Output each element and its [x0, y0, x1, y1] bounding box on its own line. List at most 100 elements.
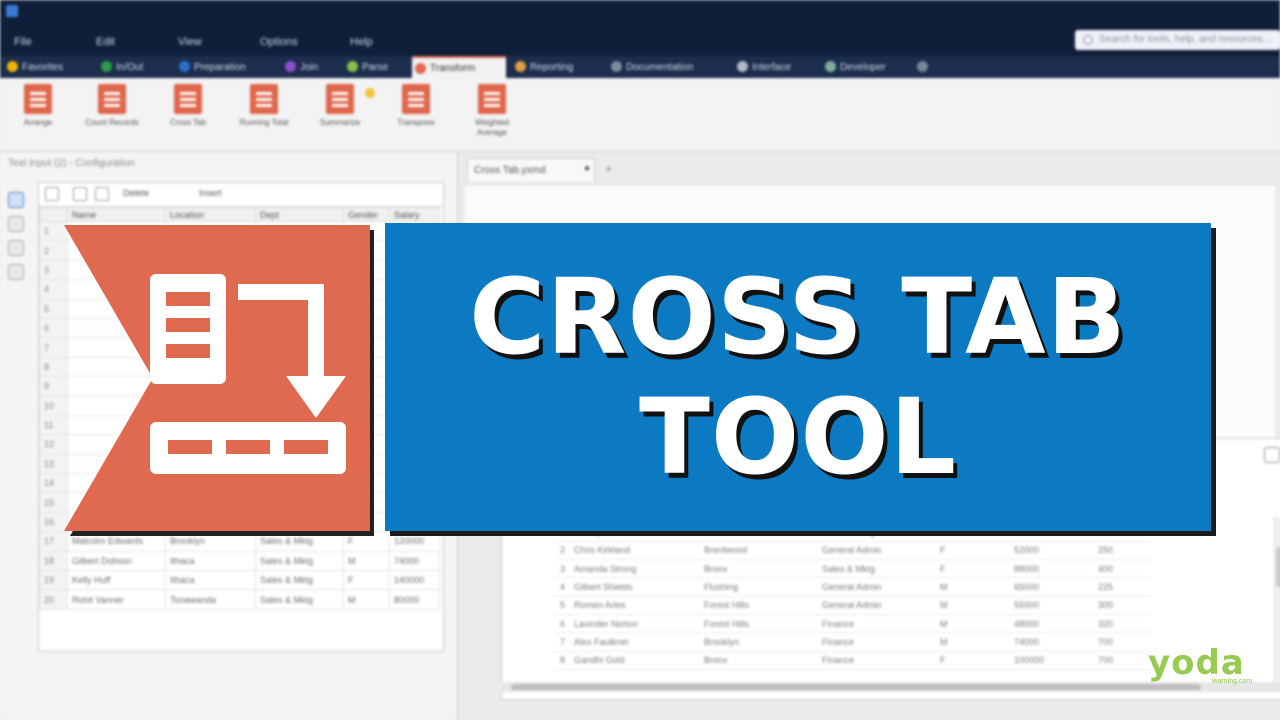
menu-options[interactable]: Options	[260, 36, 350, 48]
result-row[interactable]: 6 Lavinder Norton Forest Hills Finance M 4800…	[554, 614, 1152, 634]
tab-join[interactable]: Join	[282, 56, 318, 78]
tab-favorites[interactable]: Favorites	[4, 56, 63, 78]
table-cell[interactable]: 4	[39, 279, 68, 300]
table-cell[interactable]: 74000	[389, 550, 440, 572]
tab-developer[interactable]: Developer	[822, 56, 886, 78]
menu-view[interactable]: View	[178, 36, 260, 48]
table-cell[interactable]: 80000	[389, 589, 440, 610]
result-row[interactable]: 2 Chris Kirkland Brentwood General Admin F 52…	[554, 541, 1152, 561]
result-cell: 300	[1092, 596, 1152, 615]
workflow-tab[interactable]: Cross Tab.yxmd ●	[467, 158, 595, 182]
result-cell: Finance	[816, 632, 934, 652]
table-cell[interactable]: 5	[39, 298, 68, 319]
tool-weighted-average[interactable]: Weighted Average	[462, 84, 522, 138]
result-cell: M	[934, 632, 1008, 652]
tab-documentation[interactable]: Documentation	[608, 56, 693, 78]
result-row[interactable]: 3 Amanda Strong Bronx Sales & Mktg F 88000 400	[554, 559, 1152, 579]
table-cell[interactable]: Ithaca	[165, 570, 256, 591]
table-cell[interactable]: 18	[39, 550, 68, 572]
config-gear-icon[interactable]	[8, 192, 24, 208]
table-cell[interactable]: Tonawanda	[165, 589, 256, 610]
delete-dropdown[interactable]: Delete	[123, 188, 149, 198]
table-cell[interactable]: F	[343, 570, 390, 591]
document-icon	[611, 61, 622, 72]
tab-preparation[interactable]: Preparation	[176, 56, 246, 78]
table-cell[interactable]: 14	[39, 473, 68, 494]
result-cell: Finance	[816, 651, 934, 670]
table-row[interactable]: 18 Gilbert Dobson Ithaca Sales & Mktg M 74000	[39, 550, 440, 572]
search-input[interactable]: Search for tools, help, and resources...	[1075, 30, 1280, 50]
results-scrollbar[interactable]	[1274, 517, 1280, 687]
result-cell: 400	[1092, 559, 1152, 579]
result-row[interactable]: 4 Gilbert Shields Flushing General Admin M 65…	[554, 577, 1152, 597]
table-cell[interactable]: 9	[39, 376, 68, 397]
col-header[interactable]: Gender	[343, 207, 390, 222]
config-arrow-icon[interactable]	[8, 216, 24, 232]
tool-count-records[interactable]: Count Records	[82, 84, 142, 128]
table-row[interactable]: 19 Kelly Huff Ithaca Sales & Mktg F 140000	[39, 570, 440, 591]
tool-summarize[interactable]: Summarize	[310, 84, 370, 128]
table-cell[interactable]: M	[343, 589, 390, 610]
close-tab-icon[interactable]: ●	[584, 163, 590, 174]
tool-transpose[interactable]: Transpose	[386, 84, 446, 128]
table-cell[interactable]: 10	[39, 395, 68, 416]
table-cell[interactable]: 17	[39, 531, 68, 552]
tab-in-out[interactable]: In/Out	[98, 56, 143, 78]
menu-edit[interactable]: Edit	[96, 36, 178, 48]
tab-transform[interactable]: Transform	[412, 56, 506, 78]
clipboard-icon[interactable]	[95, 187, 109, 201]
table-cell[interactable]: 8	[39, 356, 68, 378]
tool-arrange[interactable]: Arrange	[8, 84, 68, 128]
table-cell[interactable]: 7	[39, 337, 68, 358]
tab-parse[interactable]: Parse	[344, 56, 388, 78]
table-cell[interactable]: 15	[39, 492, 68, 513]
menu-file[interactable]: File	[14, 36, 96, 48]
pane-tools[interactable]	[410, 158, 446, 170]
scroll-thumb[interactable]	[1276, 547, 1280, 587]
result-row[interactable]: 5 Romeo Arles Forest Hills General Admin M 55…	[554, 596, 1152, 615]
col-header[interactable]: Location	[165, 207, 256, 222]
tool-cross-tab[interactable]: Cross Tab	[158, 84, 218, 128]
table-cell[interactable]: Gilbert Dobson	[67, 550, 166, 572]
result-row[interactable]: 7 Alex Faulkner Brooklyn Finance M 74000 700	[554, 632, 1152, 652]
copy-icon[interactable]	[45, 187, 59, 201]
transform-icon	[415, 63, 426, 74]
table-cell[interactable]: Ithaca	[165, 550, 256, 572]
result-cell: 100000	[1008, 651, 1092, 670]
new-tab-icon[interactable]: +	[605, 162, 612, 176]
table-cell[interactable]: Sales & Mktg	[255, 550, 344, 572]
tool-running-total[interactable]: Running Total	[234, 84, 294, 128]
table-row[interactable]: 20 Rohit Vanner Tonawanda Sales & Mktg M 8000…	[39, 589, 440, 610]
result-cell: 55000	[1008, 596, 1092, 615]
table-cell[interactable]: 12	[39, 434, 68, 455]
tab-reporting[interactable]: Reporting	[512, 56, 573, 78]
scroll-thumb[interactable]	[511, 684, 1201, 690]
table-cell[interactable]: 1	[39, 220, 68, 242]
table-cell[interactable]: 6	[39, 317, 68, 339]
menu-help[interactable]: Help	[350, 36, 432, 48]
config-code-icon[interactable]	[8, 264, 24, 280]
table-cell[interactable]: 2	[39, 240, 68, 261]
col-header[interactable]: Dept	[255, 207, 344, 222]
paste-icon[interactable]	[73, 187, 87, 201]
table-cell[interactable]: 19	[39, 570, 68, 591]
tab-interface[interactable]: Interface	[734, 56, 791, 78]
config-tag-icon[interactable]	[8, 240, 24, 256]
table-cell[interactable]: Sales & Mktg	[255, 589, 344, 610]
result-row[interactable]: 8 Gandhi Gold Bronx Finance F 100000 700	[554, 651, 1152, 670]
search-icon[interactable]	[1264, 447, 1280, 463]
table-cell[interactable]: Kelly Huff	[67, 570, 166, 591]
table-cell[interactable]: M	[343, 550, 390, 572]
table-cell[interactable]: 16	[39, 511, 68, 533]
col-header[interactable]: Salary	[389, 207, 440, 222]
table-cell[interactable]: 20	[39, 589, 68, 610]
table-cell[interactable]: 13	[39, 453, 68, 475]
table-cell[interactable]: Sales & Mktg	[255, 570, 344, 591]
table-cell[interactable]: Rohit Vanner	[67, 589, 166, 610]
tab-add-button[interactable]	[914, 56, 932, 78]
col-header[interactable]: Name	[67, 207, 166, 222]
table-cell[interactable]: 140000	[389, 570, 440, 591]
table-cell[interactable]: 11	[39, 414, 68, 436]
insert-dropdown[interactable]: Insert	[199, 188, 222, 198]
table-cell[interactable]: 3	[39, 259, 68, 281]
